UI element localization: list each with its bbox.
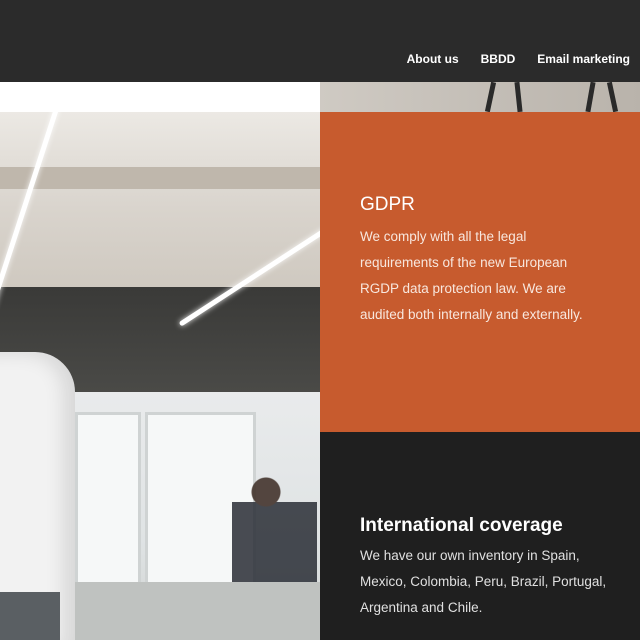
main-nav: About us BBDD Email marketing (407, 52, 630, 66)
chair-leg (484, 81, 497, 113)
chair-leg (606, 81, 619, 113)
international-coverage-block: International coverage We have our own i… (320, 432, 640, 640)
nav-item-about-us[interactable]: About us (407, 52, 459, 66)
site-header: About us BBDD Email marketing (0, 0, 640, 82)
gdpr-block: GDPR We comply with all the legal requir… (320, 112, 640, 432)
office-photo (0, 112, 320, 640)
photo-person-legs (0, 592, 60, 640)
chair-leg (514, 81, 523, 113)
gdpr-title: GDPR (360, 194, 415, 215)
nav-item-bbdd[interactable]: BBDD (481, 52, 516, 66)
gdpr-text: We comply with all the legal requirement… (360, 229, 583, 322)
photo-window (75, 412, 141, 588)
photo-strip (320, 81, 640, 113)
international-coverage-text: We have our own inventory in Spain, Mexi… (360, 548, 607, 615)
photo-top-spacer (0, 82, 320, 112)
photo-background-people (232, 462, 317, 612)
photo-beam (0, 167, 320, 189)
international-coverage-title: International coverage (360, 515, 563, 536)
nav-item-email-marketing[interactable]: Email marketing (537, 52, 630, 66)
chair-leg (585, 81, 596, 113)
